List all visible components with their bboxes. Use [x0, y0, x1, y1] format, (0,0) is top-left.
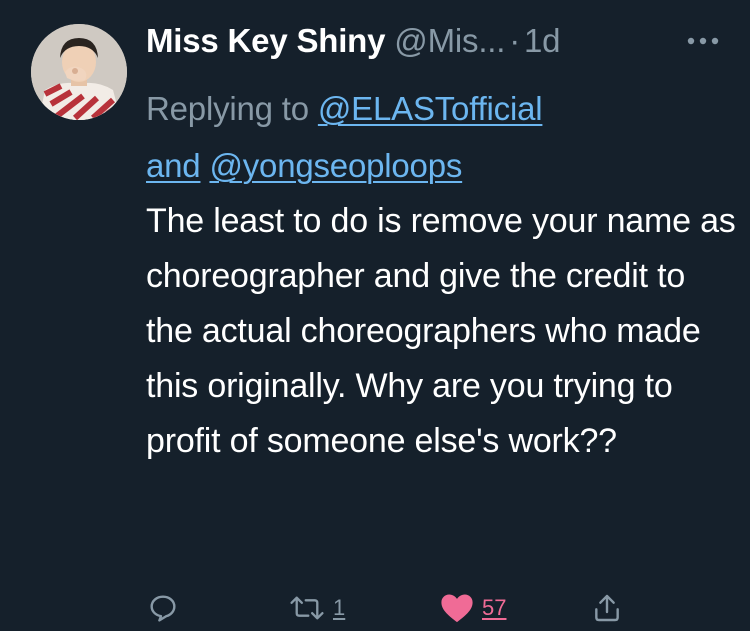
tweet-header: Miss Key Shiny @Mis... · 1d [146, 22, 736, 68]
heart-filled-icon [441, 594, 473, 623]
tweet[interactable]: Miss Key Shiny @Mis... · 1d Replying to … [0, 0, 750, 631]
user-handle[interactable]: @Mis... [394, 22, 505, 60]
mention-link-elast[interactable]: @ELASTofficial [318, 90, 543, 127]
display-name[interactable]: Miss Key Shiny [146, 22, 385, 60]
like-count[interactable]: 57 [482, 595, 506, 621]
retweet-button[interactable]: 1 [289, 590, 345, 626]
like-button[interactable]: 57 [440, 590, 506, 626]
share-button[interactable] [591, 590, 623, 626]
reply-icon [150, 595, 176, 622]
more-icon[interactable] [681, 26, 725, 56]
retweet-count[interactable]: 1 [333, 595, 345, 621]
tweet-text: The least to do is remove your name as c… [146, 202, 736, 460]
timestamp[interactable]: 1d [524, 22, 561, 60]
mention-and[interactable]: and [146, 147, 201, 184]
replying-to: Replying to @ELASTofficial and @yongseop… [146, 80, 736, 194]
separator-dot: · [509, 22, 521, 59]
retweet-icon [290, 596, 324, 620]
mention-link-yongseoploops[interactable]: @yongseoploops [209, 147, 462, 184]
tweet-actions: 1 57 [0, 590, 750, 626]
tweet-content: Miss Key Shiny @Mis... · 1d Replying to … [146, 22, 736, 469]
replying-to-label: Replying to [146, 90, 309, 127]
share-icon [595, 594, 619, 622]
avatar-image [31, 24, 127, 120]
avatar[interactable] [31, 24, 127, 120]
reply-button[interactable] [147, 590, 179, 626]
